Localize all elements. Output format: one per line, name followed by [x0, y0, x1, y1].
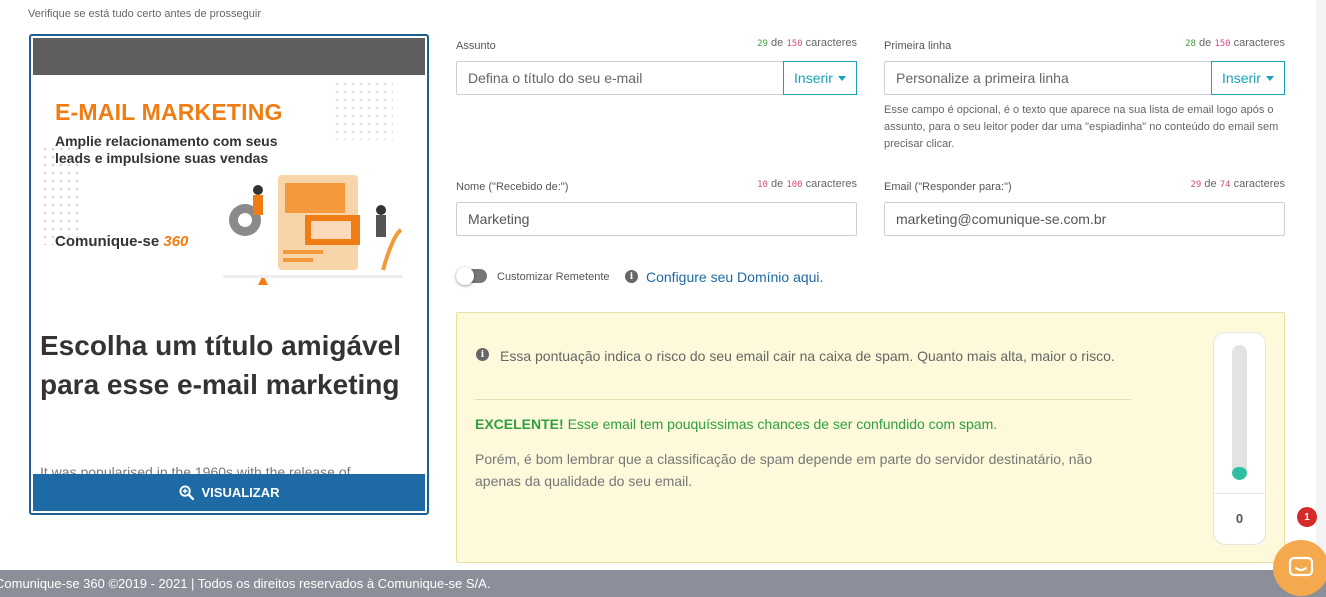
chat-icon — [1288, 556, 1314, 577]
top-hint: Verifique se está tudo certo antes de pr… — [28, 8, 261, 20]
visualize-button[interactable]: VISUALIZAR — [33, 474, 425, 511]
spam-info-text: Essa pontuação indica o risco do seu ema… — [500, 348, 1115, 364]
email-preview: E-MAIL MARKETING Amplie relacionamento c… — [29, 34, 429, 515]
subject-counter: 29 de 150 caracteres — [757, 37, 857, 49]
preview-heading: Escolha um título amigável para esse e-m… — [40, 330, 401, 400]
first-line-input[interactable]: Personalize a primeira linha — [884, 61, 1212, 95]
spam-note: Porém, é bom lembrar que a classificação… — [475, 451, 1093, 489]
first-line-counter: 28 de 150 caracteres — [1185, 37, 1285, 49]
visualize-label: VISUALIZAR — [201, 485, 280, 500]
banner-subtitle: Amplie relacionamento com seus leads e i… — [55, 133, 278, 166]
sender-name-counter: 10 de 100 caracteres — [757, 178, 857, 190]
caret-down-icon — [1265, 75, 1274, 81]
footer: Comunique-se 360 ©2019 - 2021 | Todos os… — [0, 570, 1326, 597]
first-line-label: Primeira linha — [884, 40, 952, 52]
reply-email-counter: 29 de 74 caracteres — [1190, 178, 1285, 190]
first-line-help: Esse campo é opcional, é o texto que apa… — [884, 104, 1279, 150]
spam-status: EXCELENTE! Esse email tem pouquíssimas c… — [475, 416, 998, 432]
spam-score-panel: i Essa pontuação indica o risco do seu e… — [456, 312, 1285, 563]
custom-sender-toggle[interactable] — [456, 267, 487, 285]
email-banner: E-MAIL MARKETING Amplie relacionamento c… — [33, 75, 425, 285]
sender-name-input[interactable]: Marketing — [456, 202, 857, 236]
reply-email-label: Email ("Responder para:") — [884, 181, 1012, 193]
notification-badge: 1 — [1297, 507, 1317, 527]
gauge-track — [1232, 345, 1247, 480]
banner-title: E-MAIL MARKETING — [55, 99, 283, 125]
first-line-insert-button[interactable]: Inserir — [1211, 61, 1285, 95]
configure-domain-link[interactable]: Configure seu Domínio aqui. — [646, 269, 823, 285]
preview-top-bar — [33, 38, 425, 75]
marketing-illustration-icon — [223, 175, 403, 285]
subject-input[interactable]: Defina o título do seu e-mail — [456, 61, 784, 95]
sender-name-label: Nome ("Recebido de:") — [456, 181, 569, 193]
spam-gauge: 0 — [1213, 332, 1266, 545]
main-card: Verifique se está tudo certo antes de pr… — [0, 0, 1316, 570]
custom-sender-label: Customizar Remetente — [497, 271, 610, 283]
gauge-fill — [1232, 466, 1247, 480]
info-icon: i — [625, 270, 638, 283]
zoom-in-icon — [178, 485, 194, 500]
chat-button[interactable] — [1273, 540, 1326, 596]
banner-logo: Comunique-se 360 — [55, 233, 189, 250]
reply-email-input[interactable]: marketing@comunique-se.com.br — [884, 202, 1285, 236]
spam-score-value: 0 — [1235, 511, 1244, 526]
subject-label: Assunto — [456, 40, 496, 52]
subject-insert-button[interactable]: Inserir — [783, 61, 857, 95]
divider — [475, 399, 1131, 400]
caret-down-icon — [837, 75, 846, 81]
